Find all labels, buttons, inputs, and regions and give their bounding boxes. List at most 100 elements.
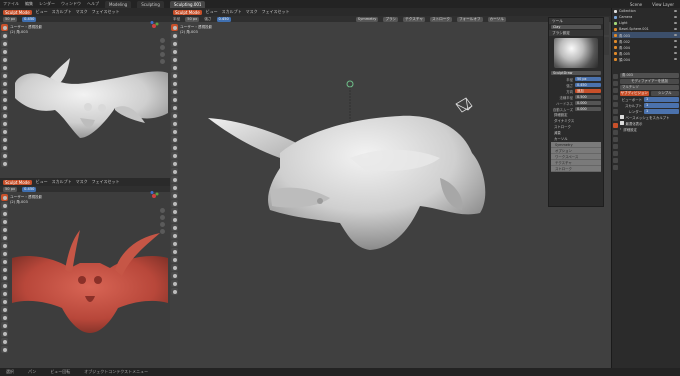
scrape-tool-icon[interactable] [1,104,8,111]
pose-tool-icon[interactable] [1,144,8,151]
object-tab-icon[interactable] [613,116,618,121]
slide-relax-tool-icon[interactable] [171,168,178,175]
blob-tool-icon[interactable] [1,234,8,241]
eye-icon[interactable] [674,52,677,54]
eye-icon[interactable] [674,22,677,24]
cloth-tool-icon[interactable] [171,184,178,191]
draw-tool-icon[interactable] [1,194,8,201]
fill-tool-icon[interactable] [1,266,8,273]
mode-selector[interactable]: Sculpt Mode [3,9,32,15]
brush-size-field[interactable]: 50 px [3,186,18,192]
hardness-field[interactable]: 0.000 [575,100,601,106]
simple-button[interactable]: シンプル [650,90,679,96]
scrape-tool-icon[interactable] [171,104,178,111]
menu-face-sets[interactable]: フェイスセット [92,9,120,15]
clay-tool-icon[interactable] [1,32,8,39]
zoom-icon[interactable] [160,208,165,213]
brush-name-field[interactable]: SculptDraw [551,70,601,76]
advanced-subpanel[interactable]: › 詳細設定 [620,126,679,132]
transform-tool-icon[interactable] [171,272,178,279]
strength-field[interactable]: 0.450 [22,16,37,22]
box-face-set-tool-icon[interactable] [171,232,178,239]
menu-sculpt[interactable]: スカルプト [52,179,72,185]
strength-field[interactable]: 0.450 [216,16,231,22]
grab-tool-icon[interactable] [1,290,8,297]
menu-sculpt[interactable]: スカルプト [222,9,242,15]
flatten-tool-icon[interactable] [171,88,178,95]
mode-selector[interactable]: Sculpt Mode [173,9,202,15]
nudge-tool-icon[interactable] [171,152,178,159]
mesh-filter-tool-icon[interactable] [171,256,178,263]
physics-tab-icon[interactable] [613,137,618,142]
grab-tool-icon[interactable] [1,120,8,127]
crease-tool-icon[interactable] [1,242,8,249]
menu-view[interactable]: ビュー [206,9,218,15]
sidebar-tab-tool[interactable] [604,17,609,35]
pose-tool-icon[interactable] [171,144,178,151]
radius-field[interactable]: 50 px [575,76,601,82]
rotate-tool-icon[interactable] [1,160,8,167]
scene-tab-icon[interactable] [613,102,618,107]
snake-hook-tool-icon[interactable] [171,128,178,135]
simplify-tool-icon[interactable] [171,192,178,199]
snake-hook-tool-icon[interactable] [1,298,8,305]
output-tab-icon[interactable] [613,88,618,93]
stroke-dropdown[interactable]: ストローク [429,16,452,22]
panel-section-brush[interactable]: ブラシ設定 [549,30,603,36]
line-project-tool-icon[interactable] [171,248,178,255]
thumb-tool-icon[interactable] [1,306,8,313]
render-tab-icon[interactable] [613,81,618,86]
nudge-tool-icon[interactable] [1,152,8,159]
falloff-dropdown[interactable]: フォールオフ [456,16,483,22]
brush-preview-thumbnail[interactable] [554,38,598,68]
draw-tool-icon[interactable] [171,24,178,31]
rotate-tool-icon[interactable] [1,330,8,337]
workspace-tab-sculpting[interactable]: Sculpting [137,0,164,8]
subdivision-button[interactable]: サブディビジョン [620,90,649,96]
texture-tab-icon[interactable] [613,165,618,170]
menu-face-sets[interactable]: フェイスセット [92,179,120,185]
menu-mask[interactable]: マスク [76,9,88,15]
annotate-tool-icon[interactable] [171,280,178,287]
viewport-left-top[interactable]: Sculpt Mode ビュー スカルプト マスク フェイスセット 50 px … [0,8,170,178]
grab-tool-icon[interactable] [171,120,178,127]
auto-smooth-field[interactable]: 0.000 [575,106,601,112]
box-trim-tool-icon[interactable] [171,240,178,247]
viewport-left-bottom[interactable]: Sculpt Mode ビュー スカルプト マスク フェイスセット 50 px … [0,178,170,368]
sidebar-tab-view[interactable] [604,37,609,55]
clay-tool-icon[interactable] [1,202,8,209]
modifier-tab-icon[interactable] [613,123,618,128]
sculpt-base-checkbox[interactable] [620,115,624,119]
blob-tool-icon[interactable] [1,64,8,71]
thumb-tool-icon[interactable] [171,136,178,143]
measure-tool-icon[interactable] [171,288,178,295]
menu-mask[interactable]: マスク [76,179,88,185]
direction-field[interactable]: 追加 [575,88,601,94]
crease-tool-icon[interactable] [171,72,178,79]
symmetry-dropdown[interactable]: Symmetry [355,16,379,22]
fill-tool-icon[interactable] [1,96,8,103]
optimal-display-checkbox[interactable] [620,121,624,125]
clay-strips-tool-icon[interactable] [171,40,178,47]
normal-radius-field[interactable]: 0.500 [575,94,601,100]
clay-strips-tool-icon[interactable] [1,210,8,217]
pinch-tool-icon[interactable] [171,112,178,119]
mask-tool-icon[interactable] [1,338,8,345]
object-name-field[interactable]: 角.003 [620,72,679,78]
material-tab-icon[interactable] [613,158,618,163]
eye-icon[interactable] [674,40,677,42]
pinch-tool-icon[interactable] [1,282,8,289]
data-tab-icon[interactable] [613,151,618,156]
view-layer-selector[interactable]: View Layer [652,2,674,7]
eye-icon[interactable] [674,10,677,12]
pinch-tool-icon[interactable] [1,112,8,119]
inflate-tool-icon[interactable] [1,56,8,63]
blob-tool-icon[interactable] [171,64,178,71]
snake-hook-tool-icon[interactable] [1,128,8,135]
inflate-tool-icon[interactable] [171,56,178,63]
flatten-tool-icon[interactable] [1,88,8,95]
viewport-levels-field[interactable]: 1 [644,96,679,102]
menu-view[interactable]: ビュー [36,9,48,15]
pose-tool-icon[interactable] [1,314,8,321]
scrape-tool-icon[interactable] [1,274,8,281]
